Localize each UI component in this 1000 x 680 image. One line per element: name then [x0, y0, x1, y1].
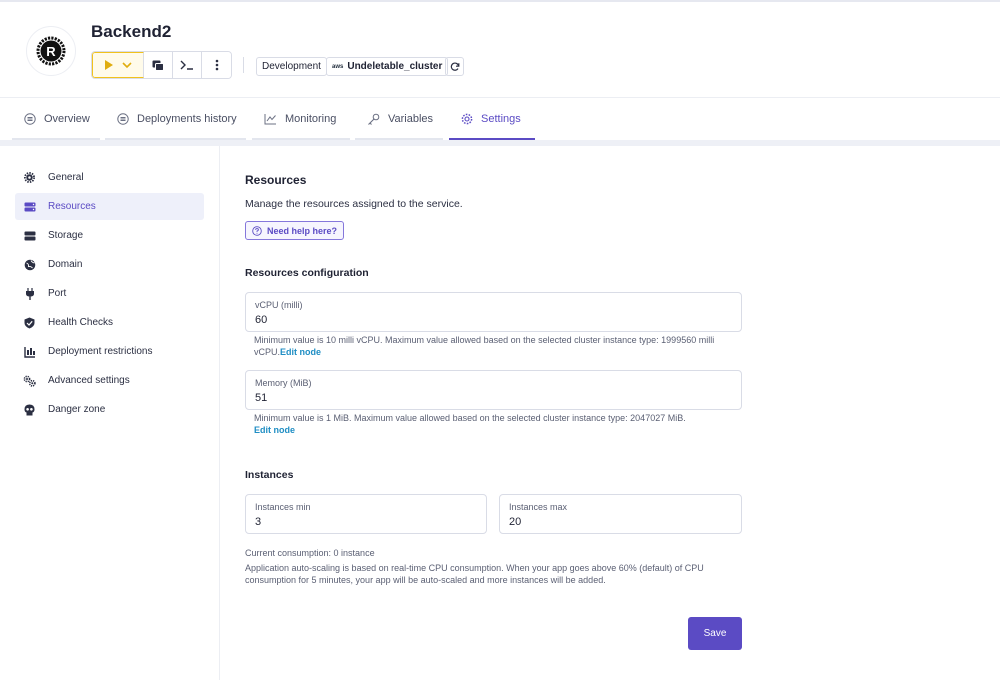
database-icon [23, 229, 36, 242]
help-button-label: Need help here? [267, 225, 338, 236]
sidebar-item-domain[interactable]: Domain [15, 251, 204, 278]
memory-hint-text: Minimum value is 1 MiB. Maximum value al… [254, 413, 686, 423]
service-tabs: Overview Deployments history Monitoring … [0, 98, 1000, 140]
instances-max-field[interactable]: Instances max [499, 494, 742, 534]
sidebar-item-label: General [48, 172, 84, 183]
list-icon [24, 113, 36, 125]
header-divider [243, 57, 244, 73]
sidebar-item-health-checks[interactable]: Health Checks [15, 309, 204, 336]
vcpu-hint-text: Minimum value is 10 milli vCPU. Maximum … [254, 335, 715, 357]
vcpu-label: vCPU (milli) [255, 300, 303, 310]
rust-logo-icon: R [26, 26, 76, 76]
memory-label: Memory (MiB) [255, 378, 312, 388]
key-icon [368, 113, 380, 125]
vcpu-input[interactable] [255, 314, 651, 326]
edit-node-link[interactable]: Edit node [280, 347, 321, 357]
instances-min-field[interactable]: Instances min [245, 494, 487, 534]
cluster-tag-label: Undeletable_cluster [347, 61, 443, 72]
instances-min-input[interactable] [255, 516, 447, 528]
section-title-configuration: Resources configuration [245, 267, 369, 279]
sidebar-item-label: Health Checks [48, 317, 114, 328]
gear-icon [461, 113, 473, 125]
skull-icon [23, 403, 36, 416]
cluster-tag[interactable]: aws Undeletable_cluster [326, 57, 449, 76]
gear-icon [23, 171, 36, 184]
service-title: Backend2 [91, 22, 172, 41]
logs-icon [152, 60, 164, 71]
sidebar-item-port[interactable]: Port [15, 280, 204, 307]
autoscaling-note: Application auto-scaling is based on rea… [245, 563, 704, 585]
globe-icon [23, 258, 36, 271]
tab-label: Monitoring [285, 113, 337, 125]
ellipsis-vertical-icon [215, 59, 218, 71]
tab-label: Settings [481, 113, 521, 125]
sidebar-item-resources[interactable]: Resources [15, 193, 204, 220]
plug-icon [23, 287, 36, 300]
server-icon [23, 200, 36, 213]
service-actions [91, 51, 232, 79]
sidebar-item-label: Port [48, 288, 67, 299]
aws-logo-icon: aws [332, 63, 344, 70]
refresh-icon [450, 61, 459, 71]
question-circle-icon [252, 225, 262, 236]
vcpu-hint: Minimum value is 10 milli vCPU. Maximum … [254, 334, 740, 358]
terminal-icon [180, 60, 193, 70]
deploy-button[interactable] [92, 52, 144, 78]
tab-label: Variables [388, 113, 434, 125]
sidebar-item-label: Resources [48, 201, 96, 212]
edit-node-link[interactable]: Edit node [254, 425, 295, 435]
instances-max-input[interactable] [509, 516, 702, 528]
memory-hint: Minimum value is 1 MiB. Maximum value al… [254, 412, 740, 436]
memory-input[interactable] [255, 392, 651, 404]
memory-field[interactable]: Memory (MiB) [245, 370, 742, 410]
terminal-button[interactable] [173, 52, 202, 78]
vcpu-field[interactable]: vCPU (milli) [245, 292, 742, 332]
instances-min-label: Instances min [255, 502, 311, 512]
environment-tag-label: Development [262, 61, 321, 72]
chart-line-icon [264, 113, 276, 124]
tab-settings[interactable]: Settings [449, 98, 535, 140]
instances-max-label: Instances max [509, 502, 568, 512]
page-title: Resources [245, 173, 307, 187]
shield-check-icon [23, 316, 36, 329]
environment-tag[interactable]: Development [256, 57, 327, 76]
sidebar-item-label: Domain [48, 259, 83, 270]
page-description: Manage the resources assigned to the ser… [245, 198, 463, 210]
restriction-icon [23, 345, 36, 358]
refresh-button[interactable] [445, 57, 464, 76]
section-title-instances: Instances [245, 469, 294, 481]
save-button[interactable]: Save [688, 617, 742, 650]
sidebar-item-danger-zone[interactable]: Danger zone [15, 396, 204, 423]
more-options-button[interactable] [202, 52, 231, 78]
tab-overview[interactable]: Overview [12, 98, 100, 140]
sidebar-item-label: Storage [48, 230, 84, 241]
sidebar-item-label: Danger zone [48, 404, 106, 415]
tab-monitoring[interactable]: Monitoring [252, 98, 350, 140]
sidebar-item-label: Advanced settings [48, 375, 130, 386]
play-icon [105, 60, 113, 70]
list-icon [117, 113, 129, 125]
current-consumption: Current consumption: 0 instance [245, 548, 375, 558]
sidebar-item-advanced-settings[interactable]: Advanced settings [15, 367, 204, 394]
sidebar-item-storage[interactable]: Storage [15, 222, 204, 249]
tab-deployments-history[interactable]: Deployments history [105, 98, 246, 140]
svg-text:R: R [46, 44, 56, 59]
sidebar-item-deployment-restrictions[interactable]: Deployment restrictions [15, 338, 204, 365]
sidebar-item-general[interactable]: General [15, 164, 204, 191]
sidebar-item-label: Deployment restrictions [48, 346, 153, 357]
tab-label: Deployments history [137, 113, 237, 125]
tab-variables[interactable]: Variables [355, 98, 443, 140]
gears-icon [23, 374, 36, 387]
logs-button[interactable] [144, 52, 173, 78]
chevron-down-icon [122, 62, 132, 69]
help-button[interactable]: Need help here? [245, 221, 345, 240]
settings-sidebar: General Resources Storage Domain Port He… [0, 146, 220, 680]
service-header: R Backend2 Development aws Undeletable_c… [0, 2, 1000, 98]
tab-label: Overview [44, 113, 90, 125]
